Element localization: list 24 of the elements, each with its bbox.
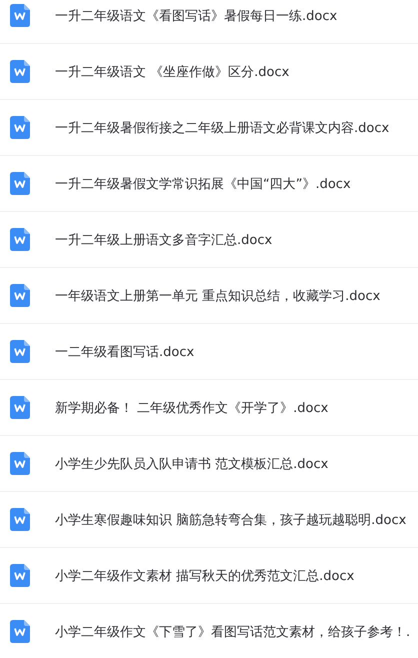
file-name[interactable]: 一升二年级语文《看图写话》暑假每日一练.docx <box>55 6 338 24</box>
file-name[interactable]: 一升二年级语文 《坐座作做》区分.docx <box>55 62 290 80</box>
word-file-icon <box>10 284 30 307</box>
word-file-icon <box>10 508 30 531</box>
word-file-icon <box>10 228 30 251</box>
file-name[interactable]: 新学期必备！ 二年级优秀作文《开学了》.docx <box>55 398 328 416</box>
file-name[interactable]: 一升二年级暑假文学常识拓展《中国“四大”》.docx <box>55 174 351 192</box>
file-name[interactable]: 一升二年级暑假衔接之二年级上册语文必背课文内容.docx <box>55 118 390 136</box>
file-name[interactable]: 小学二年级作文《下雪了》看图写话范文素材，给孩子参考！. <box>55 622 410 640</box>
file-name[interactable]: 一年级语文上册第一单元 重点知识总结，收藏学习.docx <box>55 286 380 304</box>
word-file-icon <box>10 452 30 475</box>
word-file-icon <box>10 60 30 83</box>
word-file-icon <box>10 340 30 363</box>
word-file-icon <box>10 172 30 195</box>
word-file-icon <box>10 4 30 27</box>
word-file-icon <box>10 620 30 643</box>
file-name[interactable]: 一升二年级上册语文多音字汇总.docx <box>55 230 272 248</box>
file-name[interactable]: 小学生少先队员入队申请书 范文模板汇总.docx <box>55 454 328 472</box>
word-file-icon <box>10 116 30 139</box>
file-name[interactable]: 小学生寒假趣味知识 脑筋急转弯合集，孩子越玩越聪明.docx <box>55 510 406 528</box>
file-name[interactable]: 一二年级看图写话.docx <box>55 342 194 360</box>
word-file-icon <box>10 396 30 419</box>
file-name[interactable]: 小学二年级作文素材 描写秋天的优秀范文汇总.docx <box>55 566 354 584</box>
word-file-icon <box>10 564 30 587</box>
